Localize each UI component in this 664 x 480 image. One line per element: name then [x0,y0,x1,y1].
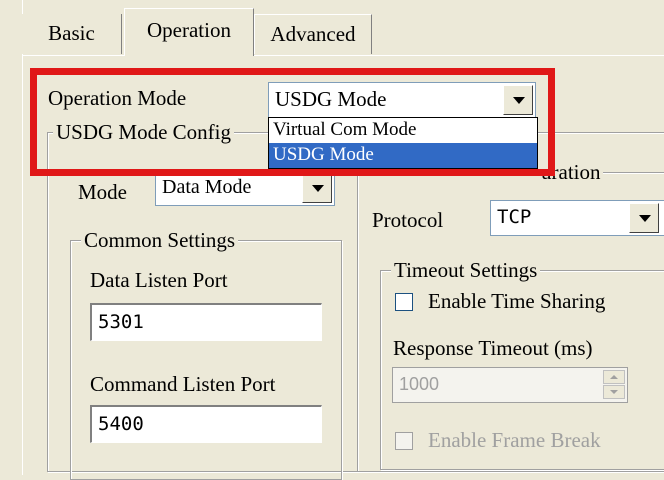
common-settings-legend: Common Settings [81,229,239,251]
tab-advanced-label: Advanced [270,22,356,46]
spin-up-button [603,370,625,384]
command-listen-port-label: Command Listen Port [90,372,276,396]
chevron-down-icon [610,390,618,394]
tab-basic-label: Basic [48,21,95,45]
tab-basic[interactable]: Basic [22,14,122,54]
highlight-box [30,68,555,176]
chevron-down-icon [639,215,651,222]
enable-frame-break-checkbox [395,432,413,450]
timeout-settings-legend: Timeout Settings [391,259,541,281]
mode-label: Mode [78,180,127,204]
response-timeout-label: Response Timeout (ms) [393,336,593,360]
command-listen-port-input[interactable]: 5400 [90,405,322,443]
data-listen-port-label: Data Listen Port [90,268,228,292]
protocol-dropdown-button[interactable] [629,203,659,233]
protocol-value: TCP [497,206,532,228]
chevron-up-icon [610,375,618,379]
mode-dropdown-button[interactable] [302,173,332,203]
response-timeout-value: 1000 [399,374,440,394]
protocol-select[interactable]: TCP [490,200,664,236]
enable-frame-break-label: Enable Frame Break [428,428,601,452]
tab-operation[interactable]: Operation [124,8,254,56]
enable-time-sharing-label: Enable Time Sharing [428,289,606,313]
chevron-down-icon [312,185,324,192]
tab-advanced[interactable]: Advanced [254,14,372,54]
response-timeout-spinner: 1000 [392,367,628,403]
tab-operation-label: Operation [147,18,231,42]
enable-time-sharing-checkbox[interactable] [395,293,413,311]
spin-down-button [603,385,625,399]
protocol-label: Protocol [372,208,444,232]
data-listen-port-input[interactable]: 5301 [90,303,322,341]
